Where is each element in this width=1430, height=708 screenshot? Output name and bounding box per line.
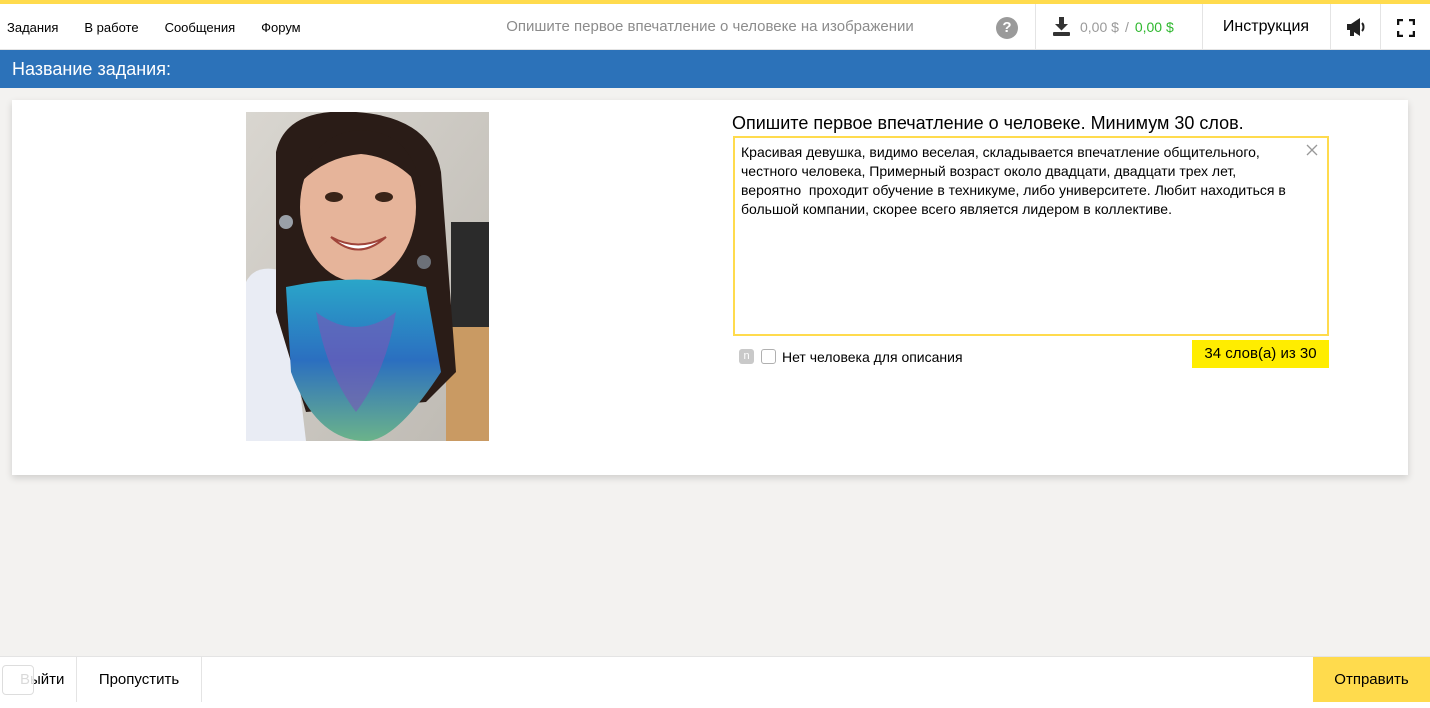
no-person-checkbox[interactable]: [761, 349, 776, 364]
divider: [1330, 4, 1331, 50]
task-prompt: Опишите первое впечатление о человеке. М…: [732, 113, 1244, 133]
bottom-action-bar: Выйти Пропустить Отправить: [0, 656, 1430, 703]
balance[interactable]: 0,00 $ / 0,00 $: [1053, 4, 1174, 50]
withdraw-icon: [1053, 17, 1070, 36]
answer-textarea[interactable]: [733, 136, 1329, 336]
balance-available: 0,00 $: [1134, 19, 1174, 35]
no-person-checkbox-label[interactable]: Нет человека для описания: [782, 349, 963, 365]
submit-button[interactable]: Отправить: [1313, 657, 1430, 703]
divider: [1202, 4, 1203, 50]
hotkey-badge: n: [739, 349, 754, 364]
divider: [1380, 4, 1381, 50]
nav-tasks[interactable]: Задания: [7, 20, 58, 35]
word-counter: 34 слов(а) из 30: [1192, 340, 1329, 368]
megaphone-icon[interactable]: [1345, 17, 1367, 37]
overlay-icon: [2, 665, 34, 695]
current-task-title: Опишите первое впечатление о человеке на…: [506, 18, 914, 35]
divider: [1035, 4, 1036, 50]
help-icon[interactable]: ?: [996, 17, 1018, 39]
nav-messages[interactable]: Сообщения: [165, 20, 236, 35]
task-card: Опишите первое впечатление о человеке. М…: [12, 100, 1408, 475]
top-navigation-bar: Задания В работе Сообщения Форум Опишите…: [0, 4, 1430, 50]
fullscreen-icon[interactable]: [1397, 19, 1415, 37]
bottom-edge: [0, 702, 1430, 708]
nav-forum[interactable]: Форум: [261, 20, 301, 35]
nav-in-progress[interactable]: В работе: [84, 20, 138, 35]
task-name-bar: Название задания:: [0, 50, 1430, 88]
balance-separator: /: [1124, 19, 1129, 35]
skip-button[interactable]: Пропустить: [77, 657, 202, 703]
person-photo: [246, 112, 489, 441]
main-nav: Задания В работе Сообщения Форум: [0, 4, 320, 50]
clear-icon[interactable]: [1306, 144, 1318, 156]
instruction-button[interactable]: Инструкция: [1204, 4, 1328, 50]
balance-pending: 0,00 $: [1080, 19, 1119, 35]
